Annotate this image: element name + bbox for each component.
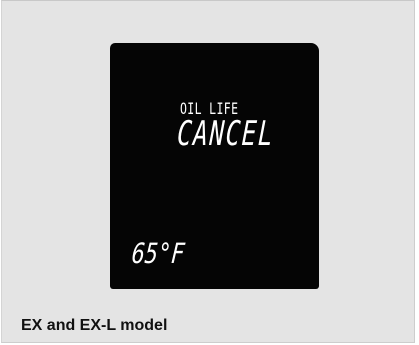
oil-life-status: CANCEL [176, 114, 276, 154]
lcd-display: OIL LIFE CANCEL 65°F [110, 43, 319, 289]
model-caption: EX and EX-L model [21, 317, 168, 334]
figure-panel: OIL LIFE CANCEL 65°F EX and EX-L model [1, 0, 415, 343]
outside-temperature: 65°F [130, 237, 186, 270]
